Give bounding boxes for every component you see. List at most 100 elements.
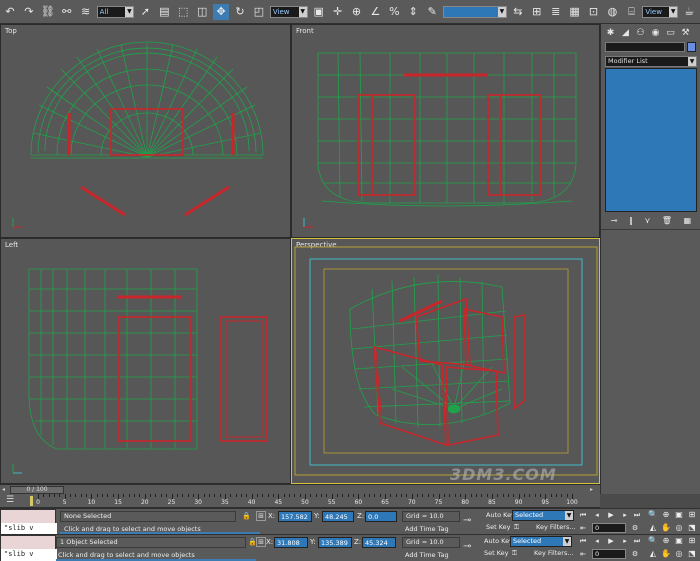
modifier-stack[interactable] [605, 68, 697, 212]
show-end-result-icon[interactable]: ‖ [629, 216, 633, 225]
viewport-left[interactable]: Left [0, 238, 291, 484]
select-object-icon[interactable]: ➚ [137, 4, 153, 20]
hierarchy-icon[interactable]: ⚇ [634, 27, 647, 39]
key-filters-button[interactable]: Key Filters... [534, 548, 574, 559]
add-time-tag[interactable]: Add Time Tag [405, 525, 449, 533]
pin-stack-icon[interactable]: ⊸ [611, 216, 618, 225]
y-coord-field[interactable]: 48.245 [322, 511, 354, 522]
next-key-icon[interactable]: ▸ [620, 536, 630, 546]
select-link-icon[interactable]: ⛓ [40, 4, 56, 20]
maxscript-listener[interactable]: "slib v 1.10. [0, 509, 57, 543]
play-icon[interactable]: ▶ [606, 536, 616, 546]
spinner-snap-icon[interactable]: ⇕ [405, 4, 421, 20]
goto-end-icon[interactable]: ⏭ [632, 510, 642, 520]
named-selection-dropdown[interactable]: ▼ [443, 5, 507, 18]
utilities-icon[interactable]: ⚒ [679, 27, 692, 39]
material-editor-icon[interactable]: ◍ [604, 4, 620, 20]
field-of-view-icon[interactable]: ◭ [648, 523, 658, 533]
goto-start-icon[interactable]: ⏮ [578, 510, 588, 520]
next-key-icon[interactable]: ▸ [620, 510, 630, 520]
curve-editor-icon[interactable]: ▦ [567, 4, 583, 20]
time-config-icon[interactable]: ⚙ [630, 523, 640, 533]
field-of-view-icon[interactable]: ◭ [648, 549, 658, 559]
layer-manager-icon[interactable]: ≣ [548, 4, 564, 20]
current-frame-field[interactable]: 0 [592, 549, 626, 559]
pivot-icon[interactable]: ▣ [311, 4, 327, 20]
maximize-viewport-icon[interactable]: ⬔ [687, 523, 697, 533]
track-bar[interactable]: ☰ 0 5 10 15 20 25 30 35 40 45 50 55 60 65 70 75 80 85 90 95… [0, 494, 600, 508]
window-crossing-icon[interactable]: ◫ [194, 4, 210, 20]
auto-key-button[interactable]: Auto Key [486, 510, 515, 521]
render-setup-icon[interactable]: ⌸ [623, 4, 639, 20]
time-slider-thumb[interactable]: 0 / 100 [10, 486, 64, 494]
play-icon[interactable]: ▶ [606, 510, 616, 520]
key-icon[interactable]: ⚿ [512, 548, 517, 559]
viewport-top[interactable]: Top [0, 24, 291, 238]
key-mode-dropdown[interactable]: Selected ▼ [512, 510, 574, 521]
current-frame-field[interactable]: 0 [592, 523, 626, 533]
set-key-button[interactable]: Set Key [486, 522, 511, 533]
selection-filter-dropdown[interactable]: All ▼ [96, 5, 135, 18]
manipulate-icon[interactable]: ✛ [330, 4, 346, 20]
set-key-mode-icon[interactable]: ⊸ [463, 515, 471, 526]
orbit-icon[interactable]: ◎ [674, 523, 684, 533]
zoom-icon[interactable]: 🔍 [648, 536, 658, 546]
goto-start-icon[interactable]: ⏮ [578, 536, 588, 546]
object-name-field[interactable] [605, 42, 685, 52]
time-slider[interactable]: ◂ 0 / 100 ▸ [0, 484, 600, 494]
select-scale-icon[interactable]: ◰ [251, 4, 267, 20]
remove-modifier-icon[interactable]: 🗑 [662, 216, 672, 225]
snap-icon[interactable]: ⊕ [349, 4, 365, 20]
add-time-tag[interactable]: Add Time Tag [405, 551, 449, 559]
x-coord-field[interactable]: 157.582 [278, 511, 312, 522]
select-rotate-icon[interactable]: ↻ [232, 4, 248, 20]
zoom-extents-icon[interactable]: ▣ [674, 536, 684, 546]
percent-snap-icon[interactable]: % [386, 4, 402, 20]
select-by-name-icon[interactable]: ▤ [156, 4, 172, 20]
zoom-icon[interactable]: 🔍 [648, 510, 658, 520]
transform-type-in-icon[interactable]: ⊞ [256, 537, 266, 547]
select-move-icon[interactable]: ✥ [213, 3, 230, 20]
transform-type-in-icon[interactable]: ⊞ [256, 511, 266, 521]
zoom-all-icon[interactable]: ⊕ [661, 510, 671, 520]
configure-sets-icon[interactable]: ▦ [684, 216, 692, 225]
edit-named-sel-icon[interactable]: ✎ [424, 4, 440, 20]
align-icon[interactable]: ⊞ [529, 4, 545, 20]
lock-selection-icon[interactable]: 🔒 [242, 512, 251, 520]
x-coord-field[interactable]: 31.808 [274, 537, 308, 548]
z-coord-field[interactable]: 45.324 [362, 537, 396, 548]
undo-icon[interactable]: ↶ [2, 4, 18, 20]
pan-icon[interactable]: ✋ [661, 549, 671, 559]
key-mode-dropdown[interactable]: Selected ▼ [510, 536, 572, 547]
orbit-icon[interactable]: ◎ [674, 549, 684, 559]
y-coord-field[interactable]: 135.389 [318, 537, 352, 548]
zoom-all-icon[interactable]: ⊕ [661, 536, 671, 546]
viewport-perspective[interactable]: Perspective 3DM3.COM [291, 238, 600, 484]
maxscript-line[interactable]: "slib v 1.10. [1, 549, 57, 561]
modify-icon[interactable]: ◢ [619, 27, 632, 39]
create-icon[interactable]: ✱ [604, 27, 617, 39]
next-frame-icon[interactable]: ▸ [590, 486, 593, 493]
maximize-viewport-icon[interactable]: ⬔ [687, 549, 697, 559]
object-color-swatch[interactable] [687, 42, 696, 52]
key-mode-toggle-icon[interactable]: ⇤ [578, 549, 588, 559]
display-icon[interactable]: ▭ [664, 27, 677, 39]
prev-key-icon[interactable]: ◂ [592, 510, 602, 520]
bind-space-warp-icon[interactable]: ≋ [78, 4, 94, 20]
region-select-icon[interactable]: ⬚ [175, 4, 191, 20]
prev-frame-icon[interactable]: ◂ [2, 486, 5, 493]
viewport-front[interactable]: Front [291, 24, 600, 238]
set-key-button[interactable]: Set Key [484, 548, 509, 559]
angle-snap-icon[interactable]: ∠ [367, 4, 383, 20]
make-unique-icon[interactable]: ⋎ [645, 216, 651, 225]
prev-key-icon[interactable]: ◂ [592, 536, 602, 546]
key-icon[interactable]: ⚿ [514, 522, 519, 533]
pan-icon[interactable]: ✋ [661, 523, 671, 533]
mirror-icon[interactable]: ⇆ [510, 4, 526, 20]
zoom-extents-all-icon[interactable]: ⊞ [687, 536, 697, 546]
render-icon[interactable]: ☕ [681, 4, 697, 20]
redo-icon[interactable]: ↷ [21, 4, 37, 20]
zoom-extents-all-icon[interactable]: ⊞ [687, 510, 697, 520]
ref-coord-dropdown[interactable]: View ▼ [269, 5, 308, 18]
maxscript-listener[interactable]: "slib v 1.10. [0, 535, 57, 561]
